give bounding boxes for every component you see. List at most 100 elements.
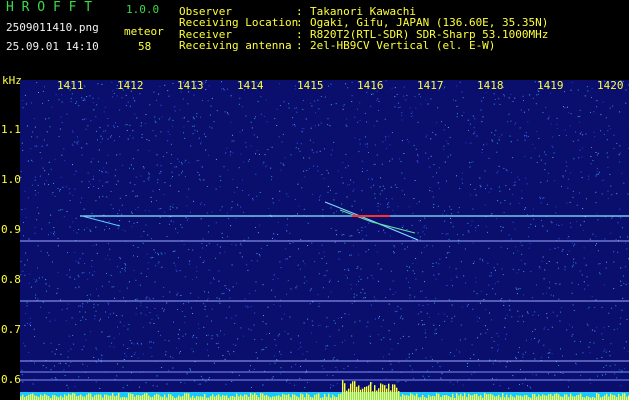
level-spike	[436, 393, 438, 400]
level-spike	[342, 380, 344, 400]
level-spike	[66, 395, 68, 400]
level-spike	[428, 394, 430, 400]
level-spike	[148, 395, 150, 400]
x-tick-label: 1412	[117, 79, 144, 92]
level-spike	[28, 394, 30, 400]
level-spike	[82, 396, 84, 400]
level-spike	[114, 396, 116, 400]
level-spike	[364, 387, 366, 400]
level-spike	[462, 396, 464, 400]
level-spike	[68, 393, 70, 400]
level-spike	[578, 394, 580, 400]
app-name: H R O F F T	[6, 0, 93, 15]
x-tick-label: 1419	[537, 79, 564, 92]
level-spike	[218, 394, 220, 400]
x-tick-label: 1413	[177, 79, 204, 92]
level-spike	[100, 394, 102, 400]
level-spike	[252, 394, 254, 400]
level-spike	[472, 395, 474, 400]
level-spike	[404, 395, 406, 400]
level-spike	[384, 385, 386, 400]
level-spike	[118, 393, 120, 400]
level-spike	[540, 396, 542, 400]
level-spike	[488, 394, 490, 400]
level-spike	[376, 390, 378, 400]
level-spike	[378, 388, 380, 400]
level-spike	[34, 395, 36, 400]
level-spike	[324, 394, 326, 400]
level-spike	[348, 388, 350, 400]
level-spike	[198, 396, 200, 400]
level-spike	[302, 394, 304, 400]
level-spike	[434, 396, 436, 400]
level-spike	[550, 394, 552, 400]
level-spike	[88, 393, 90, 400]
level-spike	[368, 385, 370, 400]
level-spike	[332, 394, 334, 400]
level-spike	[452, 393, 454, 400]
level-spike	[410, 393, 412, 400]
y-axis-unit: kHz	[2, 74, 22, 87]
level-spike	[564, 394, 566, 400]
level-spike	[276, 395, 278, 400]
y-tick-label: 1.0	[1, 173, 21, 186]
level-spike	[224, 395, 226, 400]
level-spike	[268, 396, 270, 400]
level-spike	[338, 394, 340, 400]
level-spike	[618, 393, 620, 400]
level-spike	[598, 394, 600, 400]
level-spike	[544, 395, 546, 400]
level-spike	[56, 396, 58, 400]
level-spike	[516, 395, 518, 400]
level-spike	[620, 396, 622, 400]
level-spike	[314, 394, 316, 400]
level-spike	[558, 394, 560, 400]
level-spike	[214, 396, 216, 400]
level-spike	[394, 384, 396, 400]
level-spike	[406, 395, 408, 400]
level-spike	[358, 385, 360, 400]
x-tick-label: 1416	[357, 79, 384, 92]
level-spike	[458, 395, 460, 400]
level-spike	[380, 383, 382, 400]
level-spike	[70, 394, 72, 400]
level-spike	[372, 391, 374, 400]
level-spike	[246, 394, 248, 400]
level-spike	[256, 395, 258, 400]
level-spike	[498, 394, 500, 400]
level-spike	[344, 383, 346, 400]
level-spike	[360, 389, 362, 400]
level-spike	[240, 394, 242, 400]
level-spike	[294, 394, 296, 400]
level-spike	[116, 395, 118, 400]
level-spike	[272, 396, 274, 400]
spectrogram-background	[20, 80, 629, 400]
level-spike	[144, 393, 146, 400]
x-tick-label: 1417	[417, 79, 444, 92]
level-spike	[480, 394, 482, 400]
level-spike	[186, 393, 188, 400]
y-tick-label: 0.9	[1, 223, 21, 236]
level-spike	[254, 393, 256, 400]
level-spike	[446, 395, 448, 400]
y-tick-label: 0.6	[1, 373, 21, 386]
level-spike	[46, 395, 48, 400]
level-spike	[308, 394, 310, 400]
level-spike	[182, 396, 184, 400]
level-spike	[596, 393, 598, 400]
level-spike	[278, 395, 280, 400]
level-spike	[478, 396, 480, 400]
level-spike	[158, 394, 160, 400]
level-spike	[572, 396, 574, 400]
level-spike	[80, 394, 82, 400]
level-spike	[106, 394, 108, 400]
level-spike	[554, 393, 556, 400]
info-sep: :	[296, 39, 303, 52]
level-spike	[140, 395, 142, 400]
y-tick-label: 0.7	[1, 323, 21, 336]
level-spike	[526, 395, 528, 400]
level-spike	[98, 394, 100, 400]
level-spike	[232, 396, 234, 400]
level-spike	[318, 393, 320, 400]
level-spike	[284, 394, 286, 400]
